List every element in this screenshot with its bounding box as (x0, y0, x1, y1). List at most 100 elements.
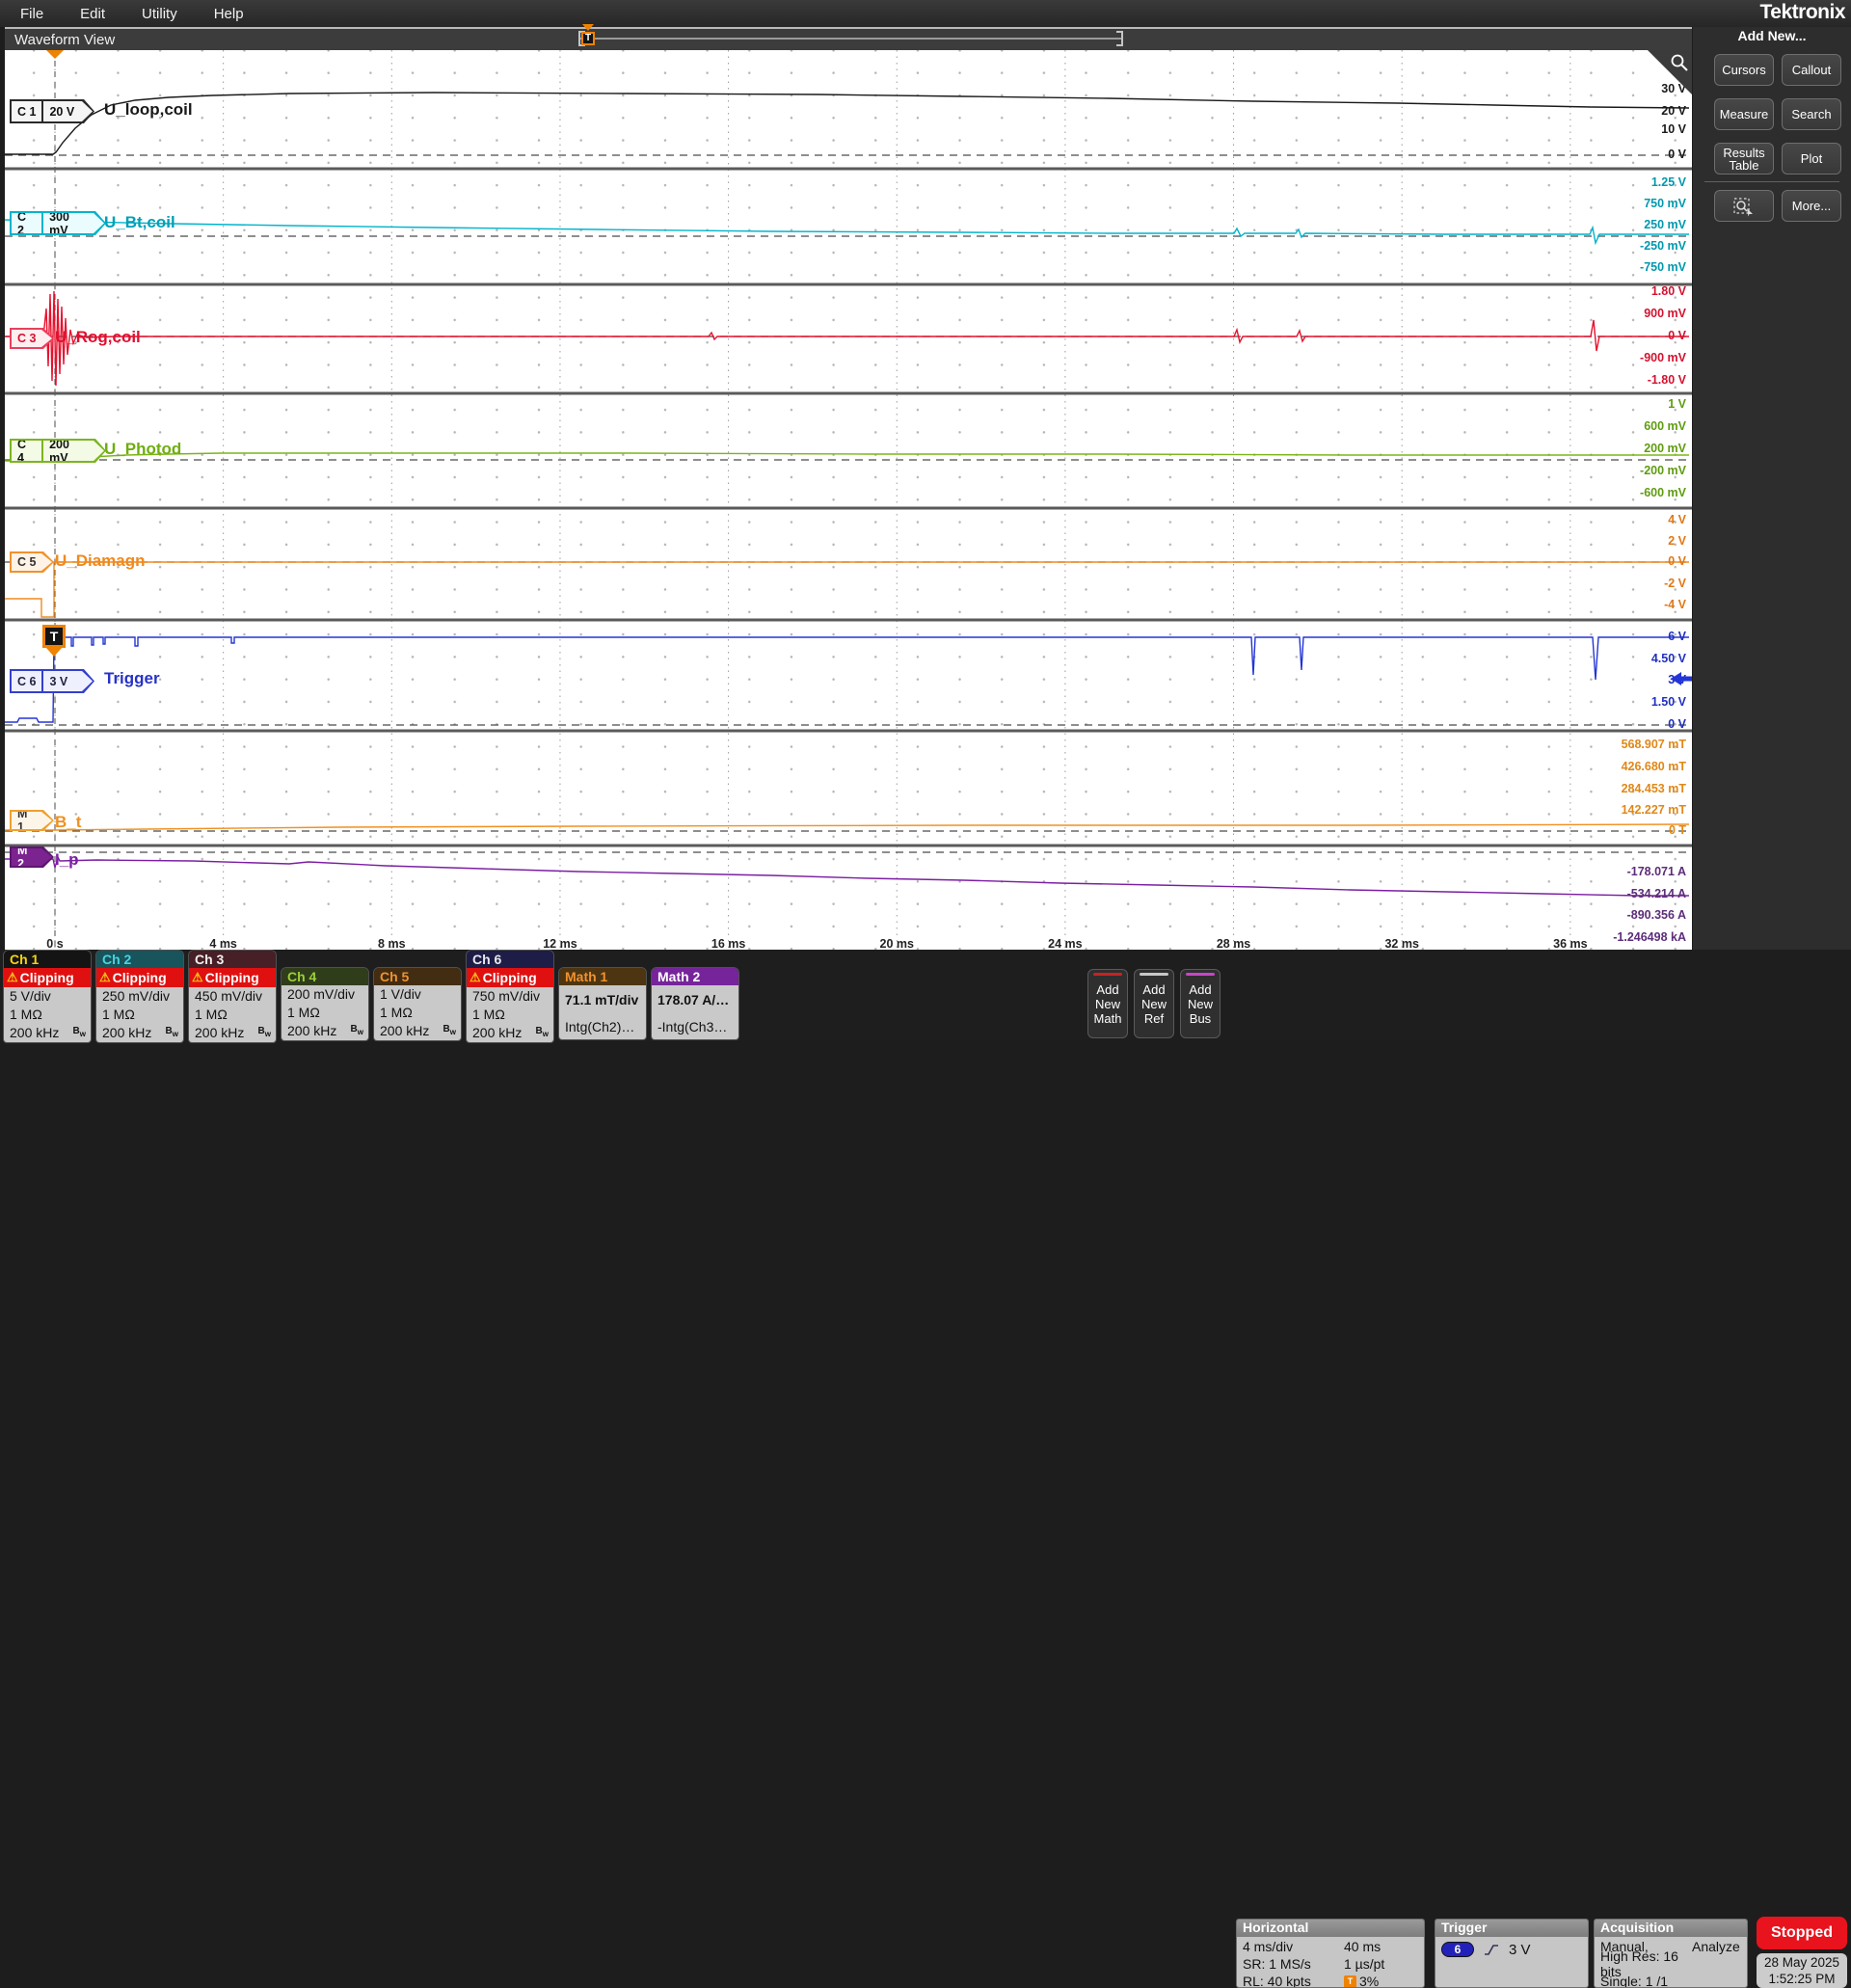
axis-label-m2: -178.071 A (1627, 865, 1686, 878)
horizontal-position-track (580, 38, 1121, 40)
channel-badge-id: C 1 (12, 101, 43, 121)
time-axis-label: 4 ms (209, 937, 237, 951)
menu-item-file[interactable]: File (14, 4, 49, 24)
badge-header: Ch 1 (4, 951, 91, 968)
channel-badge-c2[interactable]: C 2300 mV (10, 211, 106, 235)
acquisition-pane-title: Acquisition (1595, 1920, 1747, 1937)
date-text: 28 May 2025 (1757, 1954, 1847, 1971)
more-button[interactable]: More... (1782, 190, 1841, 222)
trace-m2 (5, 857, 1689, 896)
trigger-position-pin-icon[interactable]: T (581, 32, 595, 45)
time-axis-label: 28 ms (1217, 937, 1250, 951)
badge-row: 1 MΩ (189, 1006, 276, 1024)
math-1-badge[interactable]: Math 171.1 mT/divIntg(Ch2)… (558, 967, 647, 1040)
menu-item-help[interactable]: Help (208, 4, 250, 24)
horizontal-right-text: 1 µs/pt (1344, 1956, 1384, 1972)
trigger-source-marker-tail (46, 648, 62, 657)
time-axis-label: 12 ms (543, 937, 577, 951)
channel-badge-id: M 1 (12, 812, 52, 829)
badge-row: 200 kHzBw (282, 1022, 368, 1040)
plot-button[interactable]: Plot (1782, 143, 1841, 175)
add-button-label: AddNewBus (1188, 982, 1213, 1026)
channel-badge-c6[interactable]: C 63 V (10, 669, 94, 693)
axis-label-c6: 0 V (1668, 717, 1686, 731)
ch-2-badge[interactable]: Ch 2⚠Clipping250 mV/div1 MΩ200 kHzBw (95, 950, 184, 1043)
trigger-pane-title: Trigger (1435, 1920, 1588, 1937)
channel-badge-body: M 1 (12, 812, 52, 829)
waveform-plot-area[interactable]: 30 V20 V10 V0 VU_loop,coilC 120 V1.25 V7… (5, 50, 1692, 950)
ch-6-badge[interactable]: Ch 6⚠Clipping750 mV/div1 MΩ200 kHzBw (466, 950, 554, 1043)
trigger-position-marker-icon[interactable] (46, 50, 64, 59)
waveform-view-title: Waveform View (5, 32, 115, 48)
ch-4-badge[interactable]: Ch 4200 mV/div1 MΩ200 kHzBw (281, 967, 369, 1041)
callout-button[interactable]: Callout (1782, 54, 1841, 86)
badge-header: Math 2 (652, 968, 738, 985)
acquisition-pane[interactable]: Acquisition Manual,AnalyzeHigh Res: 16 b… (1594, 1919, 1748, 1988)
trigger-pane[interactable]: Trigger 6 3 V (1435, 1919, 1589, 1988)
time-axis-label: 24 ms (1048, 937, 1082, 951)
ch-3-badge[interactable]: Ch 3⚠Clipping450 mV/div1 MΩ200 kHzBw (188, 950, 277, 1043)
time-axis-label: 0 s (46, 937, 63, 951)
trace-m1 (5, 824, 1689, 830)
badge-row: 200 kHzBw (189, 1024, 276, 1042)
channel-badge-body: C 4200 mV (12, 441, 104, 461)
badge-row: 1 MΩ (467, 1006, 553, 1024)
bandwidth-icon: Bw (73, 1026, 86, 1038)
axis-label-c5: 0 V (1668, 554, 1686, 568)
axis-label-c2: -250 mV (1640, 239, 1686, 253)
add-new-bus-button[interactable]: AddNewBus (1180, 969, 1221, 1038)
axis-label-c5: -4 V (1664, 598, 1686, 611)
measure-button[interactable]: Measure (1714, 98, 1774, 130)
badge-header: Ch 5 (374, 968, 461, 985)
cursors-button[interactable]: Cursors (1714, 54, 1774, 86)
horizontal-right-text: 3% (1359, 1974, 1379, 1988)
horizontal-pane[interactable]: Horizontal 4 ms/div40 msSR: 1 MS/s1 µs/p… (1236, 1919, 1425, 1988)
math-scale-value: 178.07 A/… (652, 985, 738, 1012)
badge-row: 5 V/div (4, 987, 91, 1006)
axis-label-c5: 2 V (1668, 534, 1686, 548)
add-new-title: Add New... (1693, 28, 1851, 43)
zoom-mode-button[interactable] (1714, 190, 1774, 222)
stopped-indicator[interactable]: Stopped (1757, 1917, 1847, 1949)
trace-c6 (5, 637, 1689, 722)
ch-1-badge[interactable]: Ch 1⚠Clipping5 V/div1 MΩ200 kHzBw (3, 950, 92, 1043)
trigger-source-marker-icon[interactable]: T (42, 625, 66, 648)
axis-label-c3: 900 mV (1644, 307, 1686, 320)
search-button[interactable]: Search (1782, 98, 1841, 130)
channel-label-c5: U_Diamagn (55, 551, 146, 571)
axis-label-c6: 6 V (1668, 630, 1686, 643)
channel-badge-scale: 200 mV (43, 441, 104, 461)
add-new-math-button[interactable]: AddNewMath (1087, 969, 1128, 1038)
axis-label-c3: 1.80 V (1651, 284, 1686, 298)
axis-label-m1: 568.907 mT (1622, 738, 1686, 751)
channel-badge-c1[interactable]: C 120 V (10, 99, 94, 123)
channel-label-m2: I_p (55, 850, 79, 870)
axis-label-m1: 142.227 mT (1622, 803, 1686, 817)
channel-badge-id: C 5 (12, 553, 51, 571)
results-table-button[interactable]: Results Table (1714, 143, 1774, 175)
channel-badge-c4[interactable]: C 4200 mV (10, 439, 106, 463)
menu-item-edit[interactable]: Edit (74, 4, 111, 24)
ch-5-badge[interactable]: Ch 51 V/div1 MΩ200 kHzBw (373, 967, 462, 1041)
badge-header: Ch 3 (189, 951, 276, 968)
bandwidth-icon: Bw (258, 1026, 271, 1038)
bandwidth-icon: Bw (351, 1024, 363, 1036)
horizontal-position-widget[interactable]: T (578, 30, 1123, 47)
axis-label-m2: -1.246498 kA (1613, 930, 1686, 944)
trigger-level-arrow-icon[interactable] (1671, 672, 1692, 686)
trace-c5 (5, 562, 1689, 617)
time-axis-label: 16 ms (711, 937, 745, 951)
corner-zoom-button[interactable] (1648, 50, 1692, 94)
time-axis-label: 36 ms (1553, 937, 1587, 951)
badge-color-stripe (1186, 973, 1215, 976)
datetime-display: 28 May 2025 1:52:25 PM (1757, 1953, 1847, 1988)
trace-c1 (5, 93, 1689, 154)
channel-badge-body: C 2300 mV (12, 213, 104, 233)
badge-row: 1 V/div (374, 985, 461, 1004)
menu-item-utility[interactable]: Utility (136, 4, 183, 24)
add-button-label: AddNewMath (1094, 982, 1122, 1026)
channel-badge-id: C 3 (12, 330, 51, 347)
math-2-badge[interactable]: Math 2178.07 A/…-Intg(Ch3… (651, 967, 739, 1040)
add-new-ref-button[interactable]: AddNewRef (1134, 969, 1174, 1038)
clipping-label: Clipping (20, 970, 74, 985)
